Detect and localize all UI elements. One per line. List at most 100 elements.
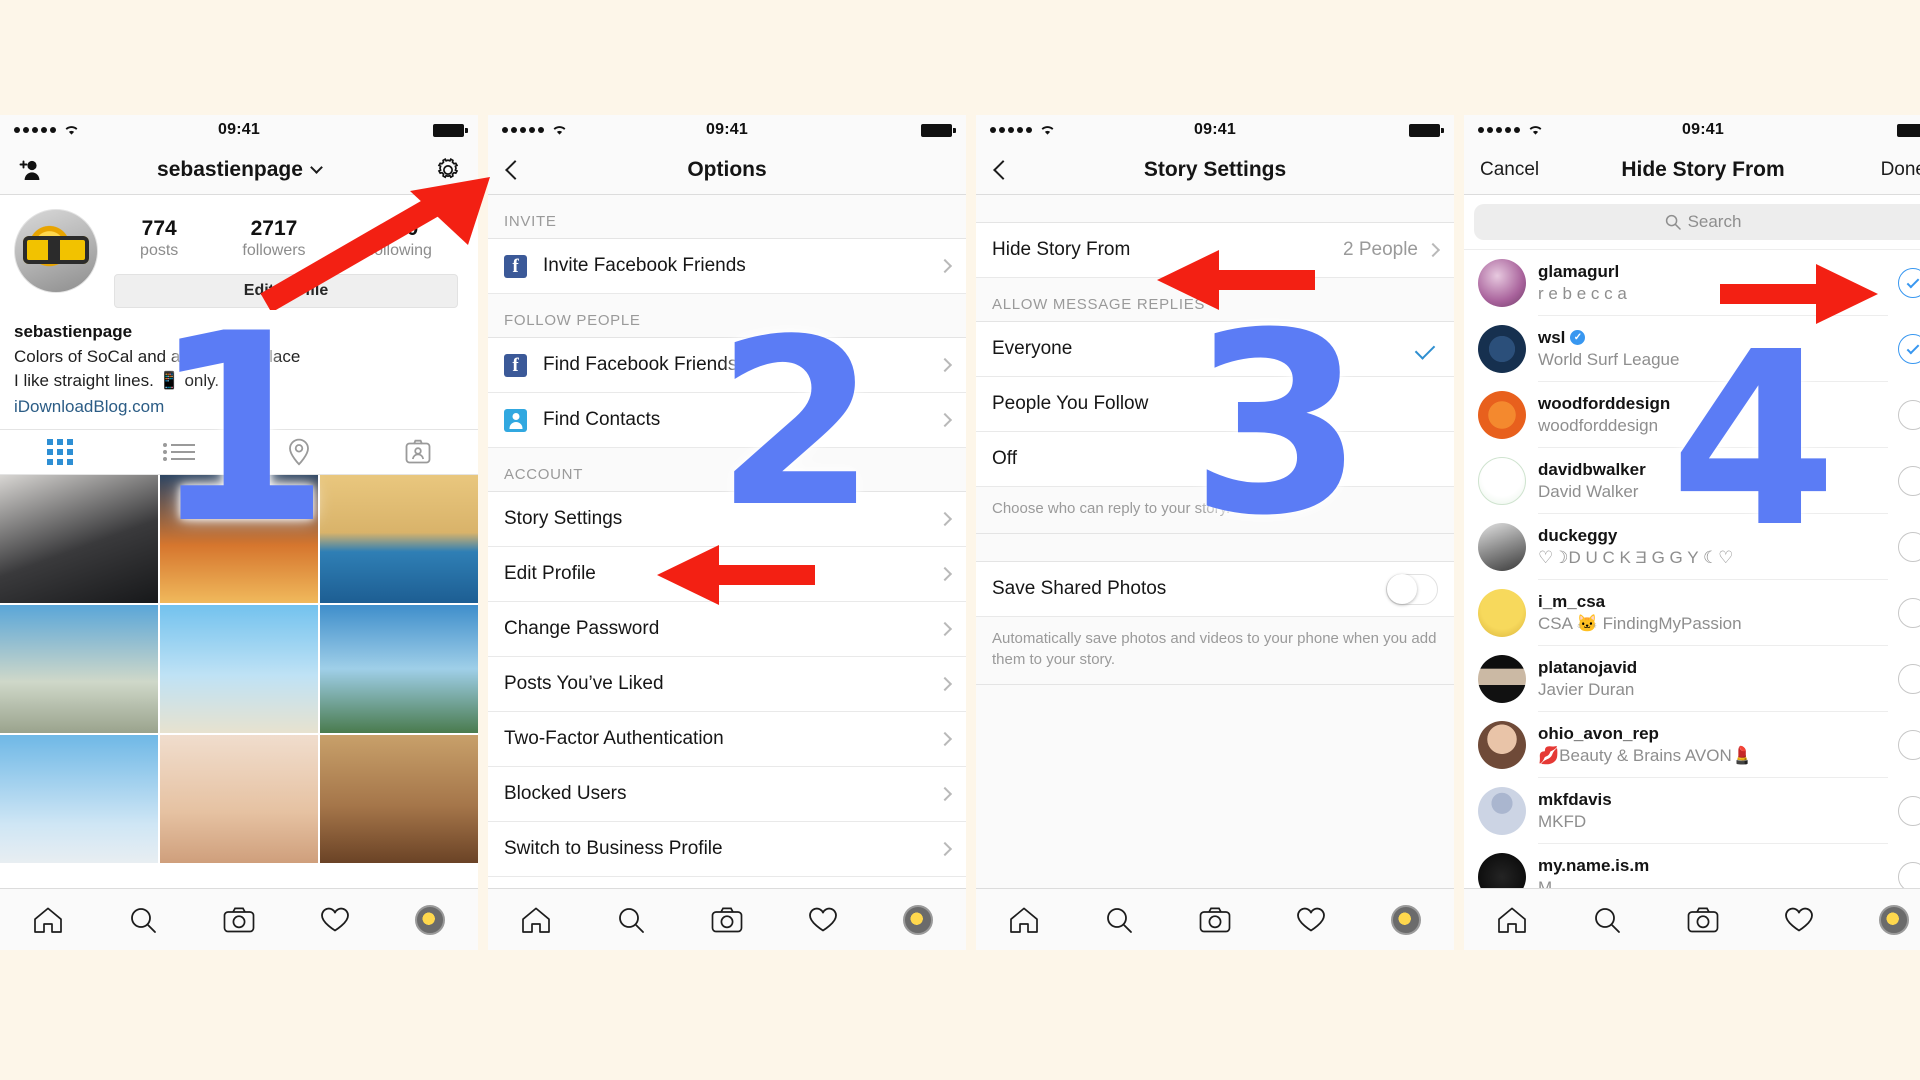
bio-link[interactable]: iDownloadBlog.com (14, 394, 464, 420)
list-item[interactable]: my.name.is.m M (1464, 844, 1920, 888)
row-posts-youve-liked[interactable]: Posts You’ve Liked (488, 657, 966, 712)
avatar[interactable] (14, 209, 98, 293)
row-two-factor-authentication[interactable]: Two-Factor Authentication (488, 712, 966, 767)
tab-location[interactable] (239, 430, 359, 474)
battery-icon (1409, 123, 1444, 137)
bottom-tabbar (976, 888, 1454, 950)
tab-home[interactable] (976, 906, 1072, 934)
select-toggle[interactable] (1898, 466, 1920, 496)
list-item[interactable]: ohio_avon_rep 💋Beauty & Brains AVON💄 (1464, 712, 1920, 778)
select-toggle[interactable] (1898, 400, 1920, 430)
tab-activity[interactable] (1751, 906, 1847, 933)
list-item[interactable]: woodforddesign woodforddesign (1464, 382, 1920, 448)
photo-thumb[interactable] (0, 605, 158, 734)
row-label: Everyone (992, 338, 1073, 359)
tab-search[interactable] (1560, 906, 1656, 934)
row-replies-off[interactable]: Off (976, 432, 1454, 487)
select-toggle[interactable] (1898, 664, 1920, 694)
row-find-facebook-friends[interactable]: f Find Facebook Friends (488, 338, 966, 393)
panel-options: 09:41 Options INVITE f Invite Facebook F… (488, 115, 966, 950)
select-toggle[interactable] (1898, 268, 1920, 298)
list-item[interactable]: wsl ✓ World Surf League (1464, 316, 1920, 382)
tab-camera[interactable] (191, 907, 287, 933)
back-button[interactable] (504, 159, 525, 180)
tab-profile[interactable] (382, 904, 478, 935)
tab-camera[interactable] (1655, 907, 1751, 933)
row-replies-people-you-follow[interactable]: People You Follow (976, 377, 1454, 432)
edit-profile-button[interactable]: Edit Profile (114, 274, 458, 308)
photo-thumb[interactable] (160, 475, 318, 604)
hide-story-user-list[interactable]: Search glamagurl r e b e c c a wsl ✓ Worl… (1464, 195, 1920, 888)
photo-thumb[interactable] (160, 605, 318, 734)
select-toggle[interactable] (1898, 730, 1920, 760)
row-blocked-users[interactable]: Blocked Users (488, 767, 966, 822)
row-find-contacts[interactable]: Find Contacts (488, 393, 966, 448)
row-change-password[interactable]: Change Password (488, 602, 966, 657)
tab-home[interactable] (488, 906, 584, 934)
profile-avatar-icon (903, 904, 934, 935)
verified-badge-icon: ✓ (1570, 330, 1586, 345)
home-icon (1497, 907, 1526, 933)
fullname: woodforddesign (1538, 415, 1659, 435)
username: my.name.is.m (1538, 855, 1650, 875)
home-icon (1009, 907, 1038, 933)
row-switch-to-business-profile[interactable]: Switch to Business Profile (488, 822, 966, 877)
list-item[interactable]: i_m_csa CSA 🐱 FindingMyPassion (1464, 580, 1920, 646)
stat-followers[interactable]: 2717 followers (242, 217, 305, 260)
photo-thumb[interactable] (320, 475, 478, 604)
row-hide-story-from[interactable]: Hide Story From 2 People (976, 223, 1454, 278)
tab-search[interactable] (1072, 906, 1168, 934)
photo-thumb[interactable] (320, 605, 478, 734)
tab-profile[interactable] (1358, 904, 1454, 935)
list-item[interactable]: glamagurl r e b e c c a (1464, 250, 1920, 316)
row-story-settings[interactable]: Story Settings (488, 492, 966, 547)
stat-following-value: 200 (383, 217, 419, 240)
tab-profile[interactable] (1846, 904, 1920, 935)
list-item[interactable]: mkfdavis MKFD (1464, 778, 1920, 844)
save-shared-photos-toggle[interactable] (1386, 573, 1438, 605)
tab-home[interactable] (0, 906, 96, 934)
row-save-shared-photos[interactable]: Save Shared Photos (976, 562, 1454, 618)
tab-activity[interactable] (287, 906, 383, 933)
stat-posts[interactable]: 774 posts (140, 217, 178, 260)
settings-gear-button[interactable] (434, 156, 462, 184)
photo-thumb[interactable] (320, 735, 478, 864)
options-list[interactable]: INVITE f Invite Facebook Friends FOLLOW … (488, 195, 966, 888)
stat-following[interactable]: 200 following (370, 217, 432, 260)
search-input[interactable]: Search (1474, 204, 1920, 240)
photo-thumb[interactable] (0, 735, 158, 864)
tab-tagged[interactable] (359, 430, 479, 474)
cancel-button[interactable]: Cancel (1480, 159, 1539, 181)
photo-thumb[interactable] (160, 735, 318, 864)
row-replies-everyone[interactable]: Everyone (976, 322, 1454, 377)
photo-thumb[interactable] (0, 475, 158, 604)
select-toggle[interactable] (1898, 334, 1920, 364)
user-text: duckeggy ♡☽D U C K Ǝ G G Y ☾♡ (1538, 514, 1888, 580)
tab-grid[interactable] (0, 430, 120, 474)
tab-camera[interactable] (1167, 907, 1263, 933)
story-settings-list[interactable]: Hide Story From 2 People ALLOW MESSAGE R… (976, 195, 1454, 888)
tab-camera[interactable] (679, 907, 775, 933)
row-edit-profile[interactable]: Edit Profile (488, 547, 966, 602)
select-toggle[interactable] (1898, 796, 1920, 826)
select-toggle[interactable] (1898, 532, 1920, 562)
tab-list[interactable] (120, 430, 240, 474)
tab-search[interactable] (584, 906, 680, 934)
tab-activity[interactable] (775, 906, 871, 933)
list-item[interactable]: davidbwalker David Walker (1464, 448, 1920, 514)
add-person-button[interactable] (16, 159, 44, 181)
status-bar: 09:41 (488, 115, 966, 145)
back-button[interactable] (992, 159, 1013, 180)
tab-search[interactable] (96, 906, 192, 934)
select-toggle[interactable] (1898, 862, 1920, 888)
tab-home[interactable] (1464, 906, 1560, 934)
tab-profile[interactable] (870, 904, 966, 935)
done-button[interactable]: Done (1881, 159, 1920, 181)
list-item[interactable]: duckeggy ♡☽D U C K Ǝ G G Y ☾♡ (1464, 514, 1920, 580)
tab-activity[interactable] (1263, 906, 1359, 933)
select-toggle[interactable] (1898, 598, 1920, 628)
heart-icon (808, 907, 837, 932)
fullname: r e b e c c a (1538, 283, 1627, 303)
row-invite-facebook-friends[interactable]: f Invite Facebook Friends (488, 239, 966, 294)
list-item[interactable]: platanojavid Javier Duran (1464, 646, 1920, 712)
